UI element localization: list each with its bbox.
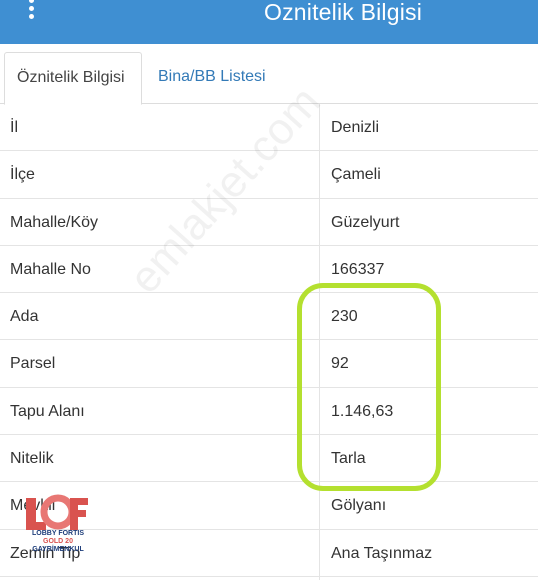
column-divider [319, 104, 320, 580]
logo-caption: LOBBY FORTIS GOLD 20 GAYRİMENKUL [25, 530, 91, 554]
table-row: Tapu Alanı 1.146,63 [0, 388, 538, 436]
table-row: Ada 230 [0, 293, 538, 341]
attribute-value: Ana Taşınmaz [331, 544, 433, 562]
attribute-value: 1.146,63 [331, 402, 394, 420]
attribute-value: 166337 [331, 260, 385, 278]
attribute-key: Parsel [10, 355, 56, 373]
attribute-key: İlçe [10, 166, 35, 184]
attribute-key: İl [10, 119, 18, 136]
attribute-value: Denizli [331, 119, 380, 136]
attribute-key: Mahalle/Köy [10, 213, 99, 231]
attribute-key: Nitelik [10, 450, 54, 468]
kebab-menu-icon[interactable] [24, 0, 38, 24]
logo-line-3: GAYRİMENKUL [32, 546, 84, 553]
attribute-value: 230 [331, 308, 358, 326]
attribute-value: Güzelyurt [331, 213, 400, 231]
tab-oznitelik-bilgisi[interactable]: Öznitelik Bilgisi [4, 52, 142, 105]
tab-bina-bb-listesi[interactable]: Bina/BB Listesi [146, 52, 278, 105]
attribute-value: Tarla [331, 450, 366, 468]
tab-bar: Öznitelik Bilgisi Bina/BB Listesi [0, 44, 538, 105]
attribute-key: Tapu Alanı [10, 402, 85, 420]
attribute-key: Ada [10, 308, 39, 326]
table-row: Nitelik Tarla [0, 435, 538, 483]
table-row: İl Denizli [0, 104, 538, 152]
page-title: Oznitelik Bilgisi [264, 0, 423, 25]
logo-line-2: GOLD 20 [43, 538, 73, 545]
attribute-value: Gölyanı [331, 497, 387, 515]
header-bar: Oznitelik Bilgisi [0, 0, 538, 44]
attribute-value: Çameli [331, 166, 381, 184]
table-row: İlçe Çameli [0, 151, 538, 199]
attribute-key: Mahalle No [10, 260, 91, 278]
table-row: Parsel 92 [0, 340, 538, 388]
attribute-value: 92 [331, 355, 349, 373]
table-row: Mahalle/Köy Güzelyurt [0, 199, 538, 246]
logo-line-1: LOBBY FORTIS [32, 530, 84, 537]
table-row: Mahalle No 166337 [0, 246, 538, 294]
